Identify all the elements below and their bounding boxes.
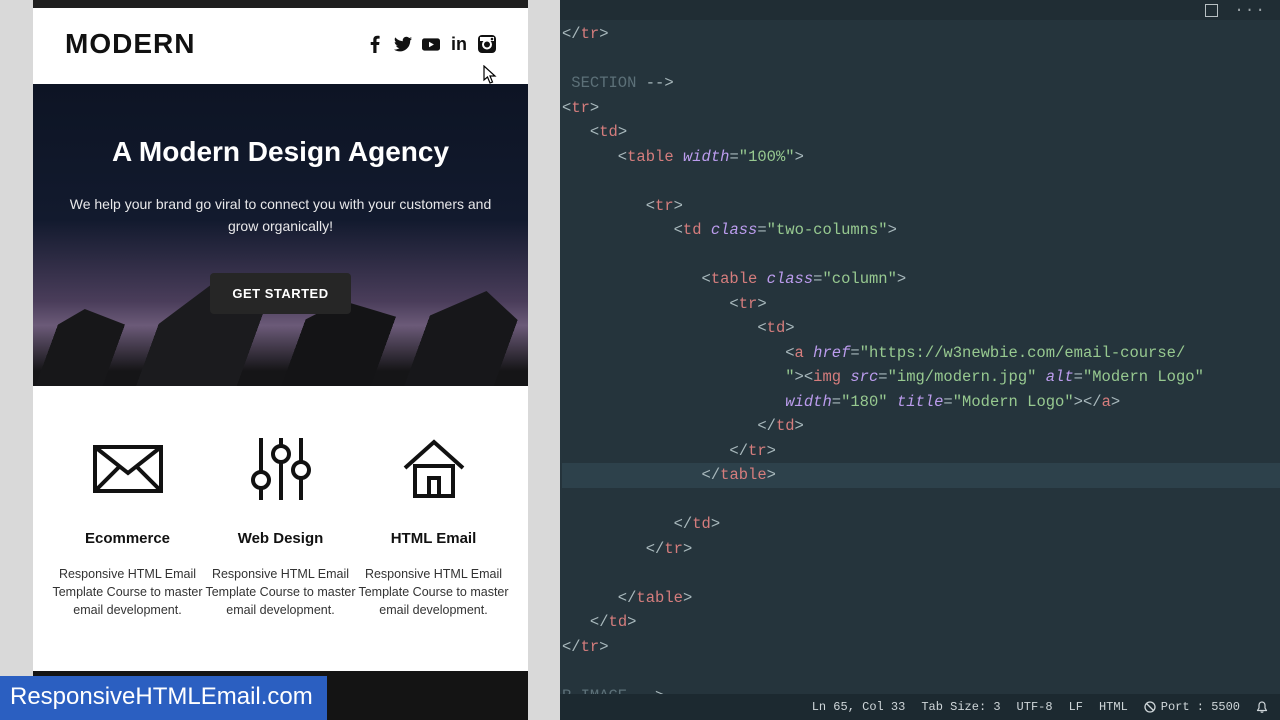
twitter-icon[interactable] bbox=[394, 35, 412, 53]
hero-title: A Modern Design Agency bbox=[112, 136, 449, 168]
sliders-icon bbox=[249, 430, 313, 508]
feature-desc: Responsive HTML Email Template Course to… bbox=[51, 565, 204, 619]
house-icon bbox=[399, 430, 469, 508]
feature-title: HTML Email bbox=[391, 530, 477, 547]
template-header: MODERN in bbox=[33, 8, 528, 84]
feature-htmlemail: HTML Email Responsive HTML Email Templat… bbox=[357, 430, 510, 619]
envelope-icon bbox=[93, 430, 163, 508]
youtube-icon[interactable] bbox=[422, 35, 440, 53]
status-tab-size[interactable]: Tab Size: 3 bbox=[921, 700, 1000, 714]
status-encoding[interactable]: UTF-8 bbox=[1017, 700, 1053, 714]
template-topbar bbox=[33, 0, 528, 8]
split-editor-icon[interactable] bbox=[1205, 4, 1218, 17]
status-port[interactable]: Port : 5500 bbox=[1144, 700, 1240, 714]
feature-title: Web Design bbox=[238, 530, 324, 547]
instagram-icon[interactable] bbox=[478, 35, 496, 53]
status-line-col[interactable]: Ln 65, Col 33 bbox=[812, 700, 906, 714]
editor-titlebar: ··· bbox=[560, 0, 1280, 20]
feature-desc: Responsive HTML Email Template Course to… bbox=[204, 565, 357, 619]
status-eol[interactable]: LF bbox=[1069, 700, 1083, 714]
feature-webdesign: Web Design Responsive HTML Email Templat… bbox=[204, 430, 357, 619]
more-actions-icon[interactable]: ··· bbox=[1234, 1, 1266, 19]
status-language[interactable]: HTML bbox=[1099, 700, 1128, 714]
bell-icon[interactable] bbox=[1256, 701, 1268, 714]
watermark-overlay: ResponsiveHTMLEmail.com bbox=[0, 676, 327, 720]
code-area[interactable]: </tr> SECTION --><tr> <td> <table width=… bbox=[562, 22, 1280, 694]
facebook-icon[interactable] bbox=[366, 35, 384, 53]
feature-ecommerce: Ecommerce Responsive HTML Email Template… bbox=[51, 430, 204, 619]
hero-subtitle: We help your brand go viral to connect y… bbox=[66, 194, 496, 237]
linkedin-icon[interactable]: in bbox=[450, 35, 468, 53]
email-template-preview: MODERN in A Modern Design Agency We help… bbox=[33, 0, 528, 720]
code-editor-pane: ··· </tr> SECTION --><tr> <td> <table wi… bbox=[560, 0, 1280, 720]
browser-preview-pane: MODERN in A Modern Design Agency We help… bbox=[0, 0, 560, 720]
features-row: Ecommerce Responsive HTML Email Template… bbox=[33, 386, 528, 671]
feature-title: Ecommerce bbox=[85, 530, 170, 547]
hero-section: A Modern Design Agency We help your bran… bbox=[33, 84, 528, 386]
logo-text[interactable]: MODERN bbox=[65, 28, 195, 60]
mouse-cursor bbox=[483, 65, 497, 85]
status-bar: Ln 65, Col 33 Tab Size: 3 UTF-8 LF HTML … bbox=[560, 694, 1280, 720]
get-started-button[interactable]: GET STARTED bbox=[210, 273, 350, 314]
social-icons: in bbox=[366, 35, 496, 53]
feature-desc: Responsive HTML Email Template Course to… bbox=[357, 565, 510, 619]
